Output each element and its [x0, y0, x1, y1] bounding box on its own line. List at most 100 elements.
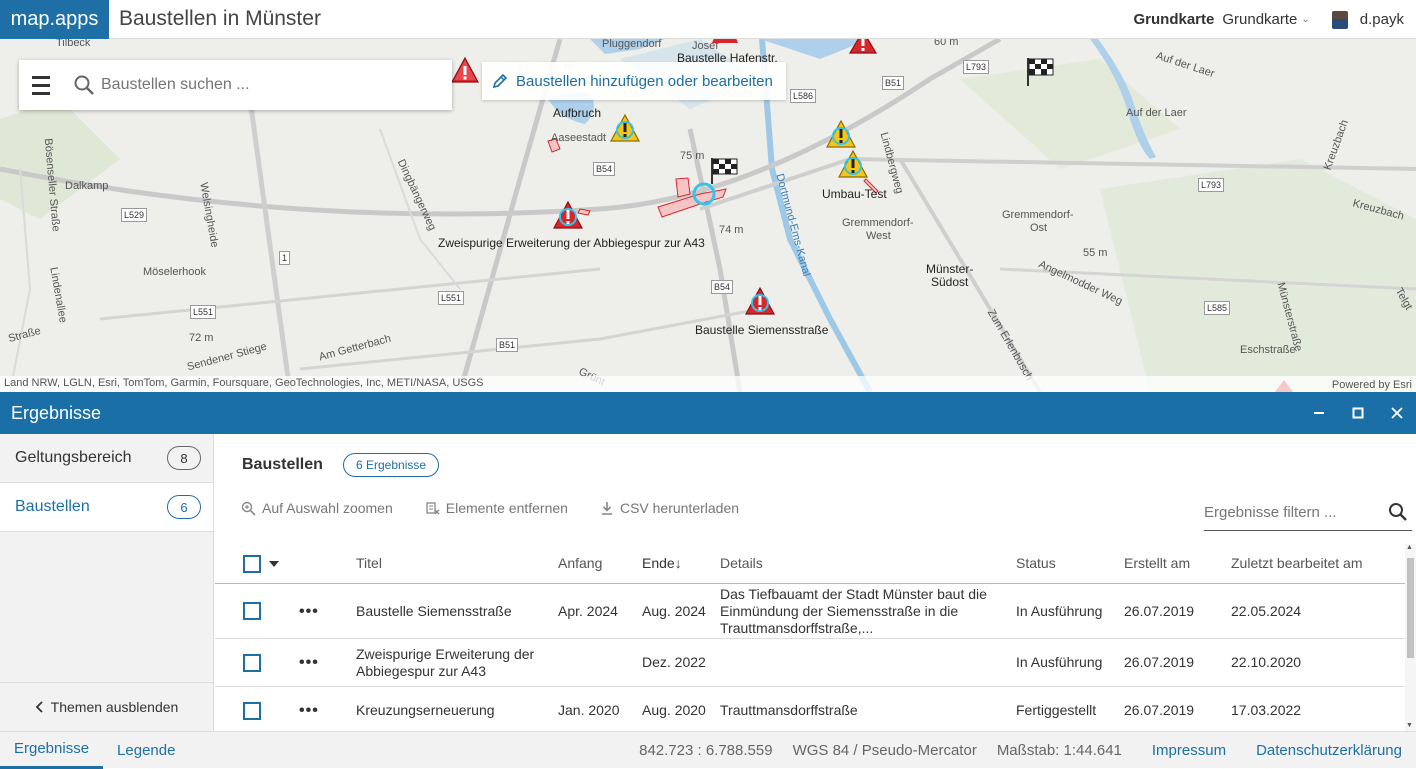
search-input[interactable]: [101, 76, 431, 94]
search-icon[interactable]: [1388, 502, 1408, 522]
basemap-label: Grundkarte: [1133, 11, 1215, 28]
edit-constructions-button[interactable]: Baustellen hinzufügen oder bearbeiten: [482, 62, 786, 100]
app-title: Baustellen in Münster: [119, 7, 321, 30]
table-row[interactable]: ••• Baustelle Siemensstraße Apr. 2024 Au…: [215, 584, 1405, 639]
table-header: Titel Anfang Ende↓ Details Status Erstel…: [215, 544, 1405, 584]
column-header-start[interactable]: Anfang: [558, 555, 642, 572]
content-title: Baustellen: [242, 456, 323, 473]
impressum-link[interactable]: Impressum: [1152, 742, 1226, 759]
warning-red-icon[interactable]: [744, 286, 776, 316]
zoom-to-selection-button[interactable]: Auf Auswahl zoomen: [241, 500, 393, 516]
cell-status: In Ausführung: [1016, 654, 1103, 670]
crs-readout: WGS 84 / Pseudo-Mercator: [792, 742, 977, 759]
results-count-chip: 6 Ergebnisse: [343, 453, 440, 477]
cell-created: 26.07.2019: [1124, 702, 1195, 718]
map-label: Gremmendorf-: [1002, 209, 1074, 221]
avatar[interactable]: [1331, 10, 1348, 29]
caret-down-icon[interactable]: [269, 560, 279, 567]
remove-elements-button[interactable]: Elemente entfernen: [425, 500, 568, 516]
minimize-icon[interactable]: [1299, 392, 1338, 434]
road-badge: L551: [438, 291, 465, 305]
column-header-created[interactable]: Erstellt am: [1124, 555, 1231, 572]
sort-desc-icon: ↓: [674, 555, 682, 571]
filter-input[interactable]: [1204, 503, 1374, 521]
warning-yellow-icon[interactable]: [837, 149, 869, 179]
table-row[interactable]: ••• Zweispurige Erweiterung der Abbieges…: [215, 639, 1405, 687]
sidebar-item-baustellen[interactable]: Baustellen 6: [0, 483, 213, 532]
tab-results[interactable]: Ergebnisse: [0, 732, 104, 769]
row-checkbox[interactable]: [243, 653, 261, 672]
column-header-edited[interactable]: Zuletzt bearbeitet am: [1231, 555, 1401, 572]
map-label: Dalkamp: [65, 180, 109, 192]
warning-red-icon[interactable]: [710, 39, 740, 45]
map-label: Umbau-Test: [822, 187, 887, 201]
results-filter: [1204, 494, 1412, 531]
table-row[interactable]: ••• Kreuzungserneuerung Jan. 2020 Aug. 2…: [215, 687, 1405, 731]
sidebar-item-label: Baustellen: [15, 498, 90, 515]
sidebar-item-geltungsbereich[interactable]: Geltungsbereich 8: [0, 434, 213, 483]
road-badge: L586: [790, 89, 817, 103]
column-header-status[interactable]: Status: [1016, 555, 1124, 572]
close-icon[interactable]: [1377, 392, 1416, 434]
select-all-checkbox[interactable]: [243, 554, 261, 573]
more-icon[interactable]: •••: [299, 654, 319, 671]
finish-flag-icon[interactable]: [1024, 56, 1056, 88]
user-name[interactable]: d.payk: [1360, 11, 1404, 28]
column-header-title[interactable]: Titel: [356, 555, 558, 572]
sidebar-item-label: Geltungsbereich: [15, 449, 132, 466]
count-badge: 8: [167, 446, 201, 470]
menu-icon[interactable]: [19, 60, 63, 110]
more-icon[interactable]: •••: [299, 603, 319, 620]
app-logo[interactable]: map.apps: [0, 0, 109, 39]
panel-controls: [1299, 392, 1416, 434]
cell-edited: 22.10.2020: [1231, 654, 1302, 670]
warning-red-icon[interactable]: [848, 39, 878, 55]
cell-created: 26.07.2019: [1124, 654, 1195, 670]
row-checkbox[interactable]: [243, 602, 261, 620]
panel-title: Ergebnisse: [11, 402, 102, 423]
app-header: map.apps Baustellen in Münster Grundkart…: [0, 0, 1416, 39]
scroll-up-icon[interactable]: ▲: [1406, 544, 1413, 551]
road-badge: B54: [711, 280, 734, 294]
powered-by-link[interactable]: Powered by Esri: [1332, 379, 1412, 391]
header-right: Grundkarte Grundkarte ⌄ d.payk: [1133, 0, 1404, 39]
warning-red-icon[interactable]: [552, 200, 584, 230]
road-badge: B54: [593, 162, 616, 176]
map-label: 74 m: [719, 224, 744, 236]
map-label: Auf der Laer: [1126, 107, 1187, 119]
basemap-select-value: Grundkarte: [1222, 11, 1298, 28]
cell-details: Trauttmansdorffstraße: [720, 702, 858, 718]
edit-button-label: Baustellen hinzufügen oder bearbeiten: [516, 72, 773, 90]
maximize-icon[interactable]: [1338, 392, 1377, 434]
tab-legend[interactable]: Legende: [103, 732, 189, 769]
warning-yellow-icon[interactable]: [609, 113, 641, 143]
download-icon: [601, 501, 612, 515]
finish-flag-icon[interactable]: [708, 156, 740, 186]
zoom-in-icon: [241, 501, 256, 516]
basemap-select[interactable]: Grundkarte ⌄: [1222, 11, 1309, 28]
map-label: 75 m: [680, 150, 705, 162]
csv-download-button[interactable]: CSV herunterladen: [600, 500, 739, 516]
map-label: 55 m: [1083, 247, 1108, 259]
scroll-thumb[interactable]: [1407, 558, 1414, 658]
column-header-details[interactable]: Details: [720, 555, 1016, 572]
results-panel-header: Ergebnisse: [0, 392, 1416, 434]
column-header-end[interactable]: Ende↓: [642, 555, 720, 572]
road-badge: L585: [1204, 301, 1231, 315]
remove-label: Elemente entfernen: [445, 500, 568, 516]
chevron-down-icon: ⌄: [1301, 14, 1310, 25]
row-actions: •••: [299, 603, 356, 620]
warning-yellow-icon[interactable]: [825, 119, 857, 149]
warning-red-icon[interactable]: [450, 56, 480, 84]
cell-status: In Ausführung: [1016, 602, 1103, 619]
more-icon[interactable]: •••: [299, 702, 319, 719]
cell-end: Aug. 2020: [642, 702, 706, 718]
row-checkbox[interactable]: [243, 701, 261, 720]
scroll-down-icon[interactable]: ▼: [1406, 722, 1413, 729]
privacy-link[interactable]: Datenschutzerklärung: [1256, 742, 1402, 759]
table-scrollbar[interactable]: ▲ ▼: [1405, 544, 1416, 731]
map-label: West: [866, 230, 891, 242]
cell-edited: 17.03.2022: [1231, 702, 1302, 718]
hide-themes-button[interactable]: Themen ausblenden: [0, 682, 213, 731]
row-check-cell: [215, 602, 299, 620]
